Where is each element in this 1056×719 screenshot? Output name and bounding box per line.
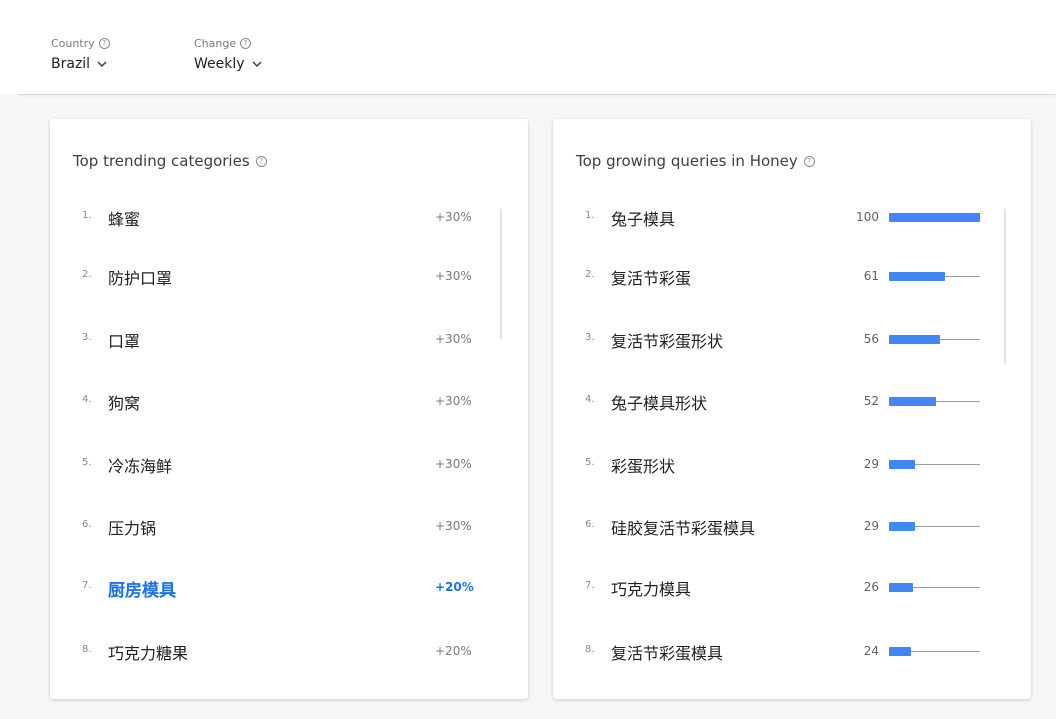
change-percent: +30% <box>435 269 472 283</box>
bar-fill <box>889 397 936 406</box>
divider <box>18 94 1056 95</box>
filter-bar: Country ? Brazil Change ? Weekly <box>0 0 1056 94</box>
query-label[interactable]: 复活节彩蛋 <box>611 265 691 289</box>
query-row[interactable]: 4. 兔子模具形状 52 <box>553 386 1031 416</box>
query-value: 29 <box>863 457 879 471</box>
country-filter: Country ? Brazil <box>51 36 110 72</box>
category-row[interactable]: 3. 口罩 +30% <box>50 324 528 354</box>
country-dropdown-value: Brazil <box>51 56 91 72</box>
change-filter-label: Change <box>194 36 237 50</box>
category-row[interactable]: 7. 厨房模具 +20% <box>50 572 528 602</box>
category-row[interactable]: 4. 狗窝 +30% <box>50 386 528 416</box>
bar-fill <box>889 335 940 344</box>
query-label[interactable]: 彩蛋形状 <box>611 453 675 477</box>
rank-number: 4. <box>82 394 92 405</box>
categories-title: Top trending categories <box>73 152 250 170</box>
card-title: Top growing queries in Honey ? <box>576 152 815 170</box>
query-row[interactable]: 6. 硅胶复活节彩蛋模具 29 <box>553 511 1031 541</box>
query-row[interactable]: 8. 复活节彩蛋模具 24 <box>553 636 1031 666</box>
query-label[interactable]: 硅胶复活节彩蛋模具 <box>611 515 755 539</box>
query-value: 52 <box>863 394 879 408</box>
rank-number: 6. <box>585 519 595 530</box>
rank-number: 2. <box>82 269 92 280</box>
change-dropdown[interactable]: Weekly <box>194 56 263 72</box>
query-label[interactable]: 兔子模具形状 <box>611 390 707 414</box>
help-icon[interactable]: ? <box>803 155 815 167</box>
change-dropdown-value: Weekly <box>194 56 245 72</box>
chevron-down-icon <box>97 61 107 68</box>
rank-number: 3. <box>82 332 92 343</box>
rank-number: 5. <box>82 457 92 468</box>
rank-number: 3. <box>585 332 595 343</box>
query-label[interactable]: 兔子模具 <box>611 206 675 230</box>
rank-number: 6. <box>82 519 92 530</box>
query-row[interactable]: 3. 复活节彩蛋形状 56 <box>553 324 1031 354</box>
change-filter: Change ? Weekly <box>194 36 263 72</box>
chevron-down-icon <box>252 61 262 68</box>
query-label[interactable]: 复活节彩蛋模具 <box>611 640 723 664</box>
rank-number: 2. <box>585 269 595 280</box>
help-icon[interactable]: ? <box>240 37 252 49</box>
category-row[interactable]: 2. 防护口罩 +30% <box>50 261 528 291</box>
bar-fill <box>889 213 980 222</box>
rank-number: 8. <box>82 644 92 655</box>
change-percent: +30% <box>435 394 472 408</box>
category-row[interactable]: 1. 蜂蜜 +30% <box>50 202 528 232</box>
category-label[interactable]: 蜂蜜 <box>108 206 140 230</box>
change-percent: +20% <box>435 644 472 658</box>
help-icon[interactable]: ? <box>255 155 267 167</box>
rank-number: 7. <box>585 580 595 591</box>
query-row[interactable]: 5. 彩蛋形状 29 <box>553 449 1031 479</box>
change-percent: +30% <box>435 332 472 346</box>
category-label[interactable]: 冷冻海鲜 <box>108 453 172 477</box>
rank-number: 8. <box>585 644 595 655</box>
card-title: Top trending categories ? <box>73 152 267 170</box>
top-growing-queries-card: Top growing queries in Honey ? 1. 兔子模具 100… <box>553 119 1031 699</box>
change-percent: +30% <box>435 457 472 471</box>
help-icon[interactable]: ? <box>98 37 110 49</box>
query-value: 100 <box>856 210 879 224</box>
bar-fill <box>889 460 915 469</box>
category-row[interactable]: 8. 巧克力糖果 +20% <box>50 636 528 666</box>
rank-number: 4. <box>585 394 595 405</box>
query-value: 29 <box>863 519 879 533</box>
category-label[interactable]: 口罩 <box>108 328 140 352</box>
change-percent: +30% <box>435 519 472 533</box>
rank-number: 5. <box>585 457 595 468</box>
query-row[interactable]: 1. 兔子模具 100 <box>553 202 1031 232</box>
rank-number: 7. <box>82 580 92 591</box>
query-label[interactable]: 复活节彩蛋形状 <box>611 328 723 352</box>
query-value: 24 <box>863 644 879 658</box>
country-dropdown[interactable]: Brazil <box>51 56 110 72</box>
query-value: 56 <box>863 332 879 346</box>
bar-fill <box>889 272 945 281</box>
query-value: 26 <box>863 580 879 594</box>
queries-title: Top growing queries in Honey <box>576 152 798 170</box>
change-percent: +30% <box>435 210 472 224</box>
category-label[interactable]: 狗窝 <box>108 390 140 414</box>
top-trending-categories-card: Top trending categories ? 1. 蜂蜜 +30% 2. 防护口罩… <box>50 119 528 699</box>
rank-number: 1. <box>585 210 595 221</box>
country-filter-label: Country <box>51 36 95 50</box>
category-row[interactable]: 5. 冷冻海鲜 +30% <box>50 449 528 479</box>
category-row[interactable]: 6. 压力锅 +30% <box>50 511 528 541</box>
query-row[interactable]: 2. 复活节彩蛋 61 <box>553 261 1031 291</box>
bar-fill <box>889 647 911 656</box>
query-value: 61 <box>863 269 879 283</box>
category-label[interactable]: 压力锅 <box>108 515 156 539</box>
change-percent: +20% <box>435 580 474 594</box>
category-label[interactable]: 防护口罩 <box>108 265 172 289</box>
bar-fill <box>889 583 913 592</box>
query-row[interactable]: 7. 巧克力模具 26 <box>553 572 1031 602</box>
bar-fill <box>889 522 915 531</box>
rank-number: 1. <box>82 210 92 221</box>
query-label[interactable]: 巧克力模具 <box>611 576 691 600</box>
category-label[interactable]: 巧克力糖果 <box>108 640 188 664</box>
category-label[interactable]: 厨房模具 <box>108 576 176 601</box>
